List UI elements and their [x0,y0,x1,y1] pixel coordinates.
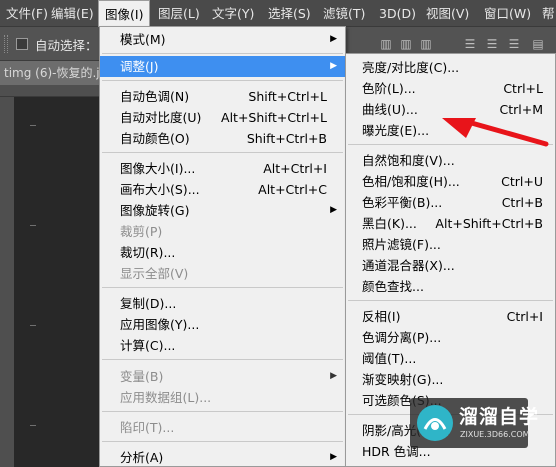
menu-item-color-balance[interactable]: 色彩平衡(B)... Ctrl+B [346,192,555,213]
menu-item-photo-filter[interactable]: 照片滤镜(F)... [346,234,555,255]
distribute-bottom-icon[interactable]: ☰ [506,37,522,51]
menu-item-variables: 变量(B) ▶ [100,366,345,387]
ruler-tick [30,225,36,226]
menu-item-gradient-map[interactable]: 渐变映射(G)... [346,369,555,390]
menu-image[interactable]: 图像(I) [98,0,151,27]
vertical-ruler [0,97,14,467]
menu-item-adjustments[interactable]: 调整(J) ▶ [100,56,345,77]
submenu-arrow-icon: ▶ [330,452,337,462]
watermark-title: 溜溜自学 [459,406,540,428]
menu-item-canvas-size[interactable]: 画布大小(S)... Alt+Ctrl+C [100,179,345,200]
toolbar-grip[interactable] [4,35,8,53]
image-menu: 模式(M) ▶ 调整(J) ▶ 自动色调(N) Shift+Ctrl+L 自动对比度(… [99,26,346,467]
align-center-icon[interactable]: ▥ [398,37,414,51]
canvas-area[interactable] [14,97,100,467]
menu-help[interactable]: 帮 [536,0,556,27]
menu-separator [102,152,343,153]
menu-separator [102,53,343,54]
submenu-arrow-icon: ▶ [330,371,337,381]
menu-item-invert[interactable]: 反相(I) Ctrl+I [346,306,555,327]
distribute-vcenter-icon[interactable]: ☰ [484,37,500,51]
annotation-arrow-icon [442,118,549,147]
menu-item-auto-color[interactable]: 自动颜色(O) Shift+Ctrl+B [100,128,345,149]
menu-item-auto-contrast[interactable]: 自动对比度(U) Alt+Shift+Ctrl+L [100,107,345,128]
menu-separator [102,441,343,442]
menu-item-brightness-contrast[interactable]: 亮度/对比度(C)... [346,57,555,78]
document-tab[interactable]: timg (6)-恢复的.jp [0,61,100,85]
menu-window[interactable]: 窗口(W) [478,0,537,27]
menu-item-levels[interactable]: 色阶(L)... Ctrl+L [346,78,555,99]
menu-3d[interactable]: 3D(D) [373,0,422,27]
menu-item-threshold[interactable]: 阈值(T)... [346,348,555,369]
menu-filter[interactable]: 滤镜(T) [317,0,371,27]
menu-item-posterize[interactable]: 色调分离(P)... [346,327,555,348]
menu-item-mode[interactable]: 模式(M) ▶ [100,29,345,50]
menu-item-trap: 陷印(T)... [120,420,175,435]
submenu-arrow-icon: ▶ [330,61,337,71]
menu-item-apply-image[interactable]: 应用图像(Y)... [100,314,345,335]
ruler-tick [30,325,36,326]
menu-view[interactable]: 视图(V) [420,0,475,27]
auto-select-label: 自动选择： [35,38,98,53]
menu-item-image-size[interactable]: 图像大小(I)... Alt+Ctrl+I [100,158,345,179]
menu-item-channel-mixer[interactable]: 通道混合器(X)... [346,255,555,276]
menu-item-color-lookup[interactable]: 颜色查找... [346,276,555,297]
menu-bar: 文件(F) 编辑(E) 图像(I) 图层(L) 文字(Y) 选择(S) 滤镜(T… [0,0,556,27]
menu-item-analysis[interactable]: 分析(A) ▶ [100,447,345,467]
align-right-icon[interactable]: ▥ [418,37,434,51]
auto-select-checkbox[interactable] [16,38,28,50]
menu-item-auto-tone[interactable]: 自动色调(N) Shift+Ctrl+L [100,86,345,107]
menu-type[interactable]: 文字(Y) [206,0,260,27]
menu-item-hue-saturation[interactable]: 色相/饱和度(H)... Ctrl+U [346,171,555,192]
menu-layer[interactable]: 图层(L) [152,0,206,27]
menu-item-black-white[interactable]: 黑白(K)... Alt+Shift+Ctrl+B [346,213,555,234]
menu-select[interactable]: 选择(S) [262,0,317,27]
menu-item-duplicate[interactable]: 复制(D)... [100,293,345,314]
menu-item-calculations[interactable]: 计算(C)... [100,335,345,356]
watermark-url: ZIXUE.3D66.COM [460,430,530,439]
menu-item-reveal-all: 显示全部(V) [120,266,189,281]
menu-item-curves[interactable]: 曲线(U)... Ctrl+M [346,99,555,120]
horizontal-ruler [0,85,100,97]
menu-item-apply-data-set: 应用数据组(L)... [120,390,212,405]
submenu-arrow-icon: ▶ [330,34,337,44]
menu-edit[interactable]: 编辑(E) [45,0,100,27]
menu-separator [102,287,343,288]
menu-separator [102,359,343,360]
menu-item-crop: 裁剪(P) [120,224,163,239]
align-left-icon[interactable]: ▥ [378,37,394,51]
distribute-left-icon[interactable]: ▤ [530,37,546,51]
ruler-tick [30,125,36,126]
watermark: 溜溜自学 ZIXUE.3D66.COM [410,398,538,448]
menu-separator [348,300,553,301]
menu-separator [102,411,343,412]
watermark-logo-icon [417,405,453,441]
distribute-top-icon[interactable]: ☰ [462,37,478,51]
menu-item-trim[interactable]: 裁切(R)... [100,242,345,263]
ruler-tick [30,425,36,426]
menu-separator [102,80,343,81]
submenu-arrow-icon: ▶ [330,205,337,215]
menu-item-image-rotation[interactable]: 图像旋转(G) ▶ [100,200,345,221]
